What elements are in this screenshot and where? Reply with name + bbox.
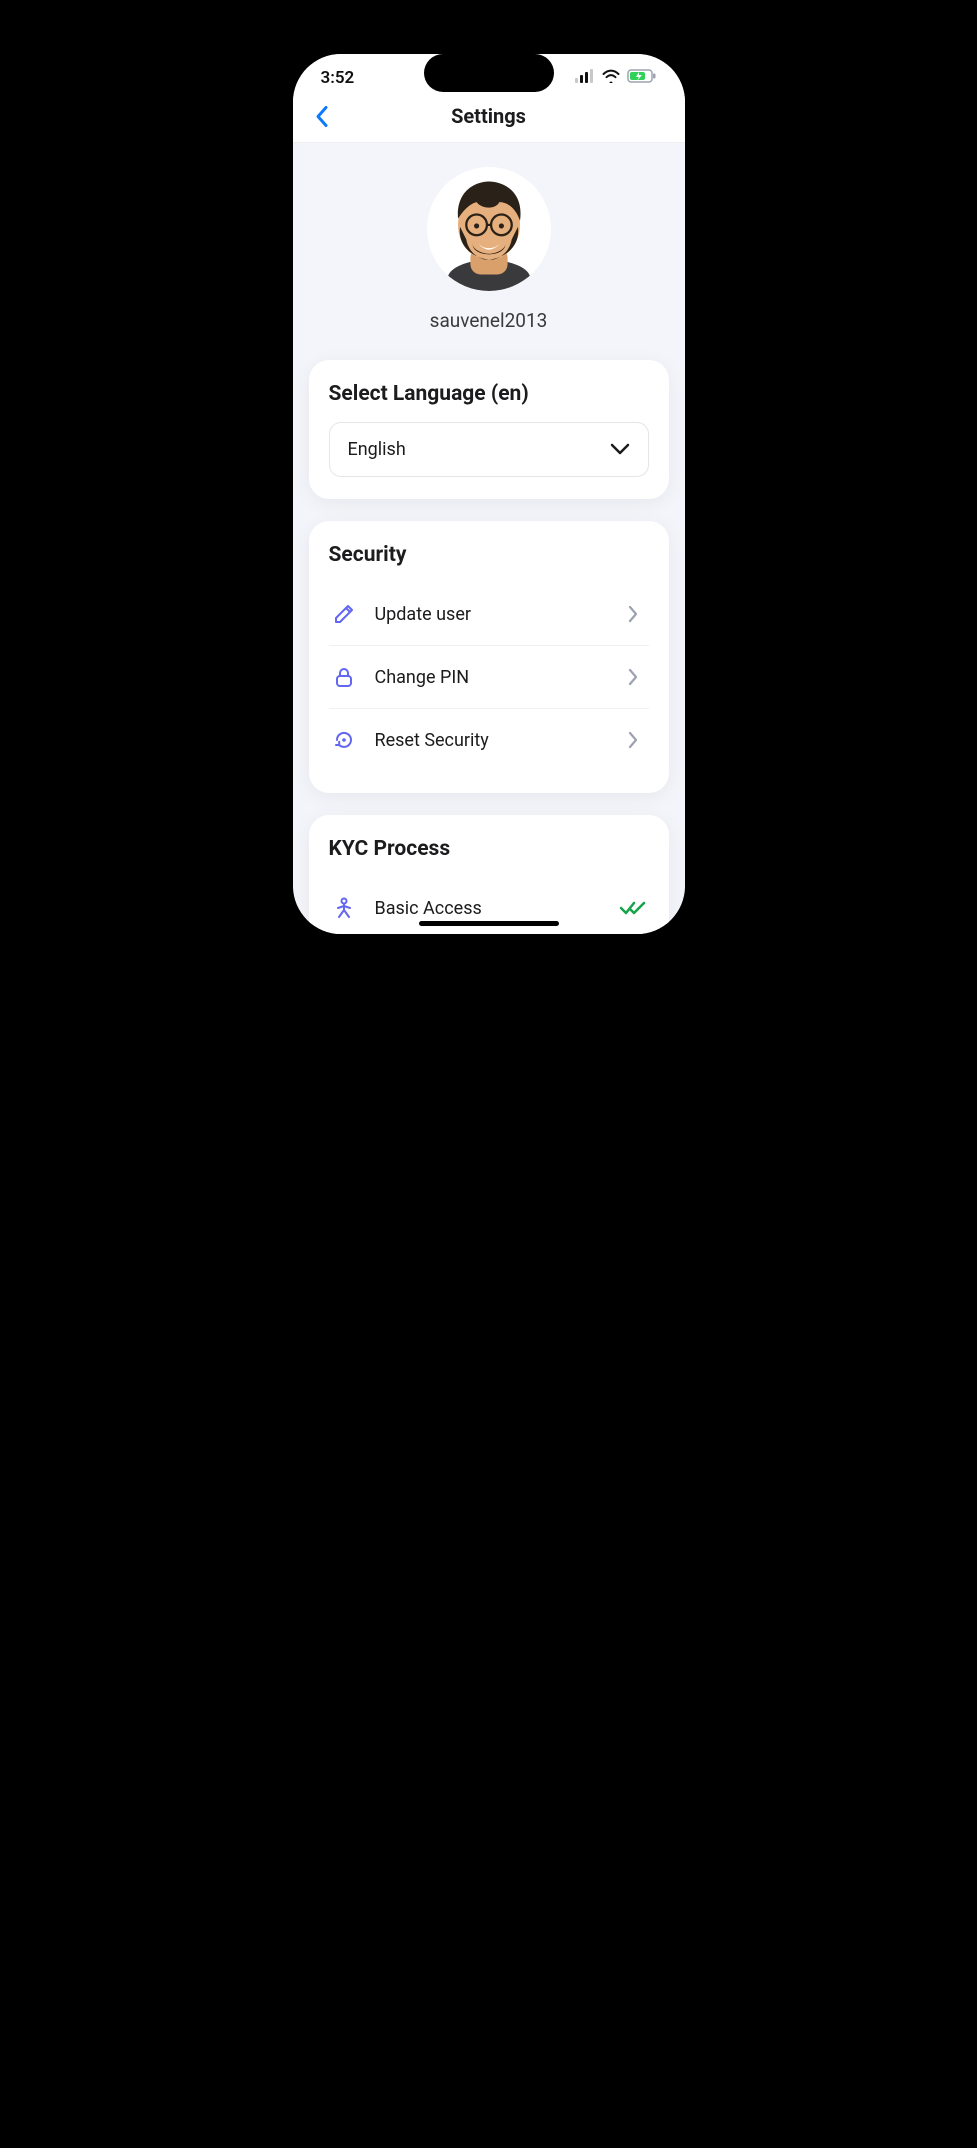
battery-charging-icon <box>627 68 657 88</box>
screen: 3:52 <box>293 54 685 934</box>
row-label: Update user <box>375 604 601 625</box>
pencil-icon <box>331 601 357 627</box>
language-title: Select Language (en) <box>329 382 649 406</box>
security-title: Security <box>329 543 649 567</box>
wifi-icon <box>602 68 620 88</box>
avatar[interactable] <box>427 167 551 291</box>
row-label: Basic Access <box>375 898 601 919</box>
chevron-right-icon <box>619 602 647 626</box>
phone-frame: 3:52 <box>279 40 699 948</box>
reset-icon <box>331 727 357 753</box>
person-icon <box>331 895 357 921</box>
dynamic-island <box>424 54 554 92</box>
language-selected: English <box>348 439 406 460</box>
security-reset[interactable]: Reset Security <box>329 709 649 771</box>
status-time: 3:52 <box>321 68 355 88</box>
chevron-right-icon <box>619 728 647 752</box>
language-select[interactable]: English <box>329 422 649 477</box>
security-update-user[interactable]: Update user <box>329 583 649 646</box>
lock-icon <box>331 664 357 690</box>
page-title: Settings <box>305 104 673 128</box>
row-label: Change PIN <box>375 667 601 688</box>
kyc-card: KYC Process Basic Access <box>309 815 669 934</box>
username: sauvenel2013 <box>309 309 669 332</box>
chevron-right-icon <box>619 665 647 689</box>
status-icons <box>575 68 657 88</box>
double-check-icon <box>619 896 647 920</box>
security-card: Security Update user <box>309 521 669 793</box>
chevron-left-icon <box>315 105 329 129</box>
security-change-pin[interactable]: Change PIN <box>329 646 649 709</box>
home-indicator[interactable] <box>419 921 559 926</box>
profile-section: sauvenel2013 <box>309 143 669 360</box>
language-card: Select Language (en) English <box>309 360 669 499</box>
nav-bar: Settings <box>293 94 685 143</box>
chevron-down-icon <box>610 439 630 460</box>
back-button[interactable] <box>307 102 337 132</box>
kyc-title: KYC Process <box>329 837 649 861</box>
content: sauvenel2013 Select Language (en) Englis… <box>293 143 685 934</box>
cellular-icon <box>575 68 595 88</box>
avatar-image <box>427 167 551 291</box>
row-label: Reset Security <box>375 730 601 751</box>
